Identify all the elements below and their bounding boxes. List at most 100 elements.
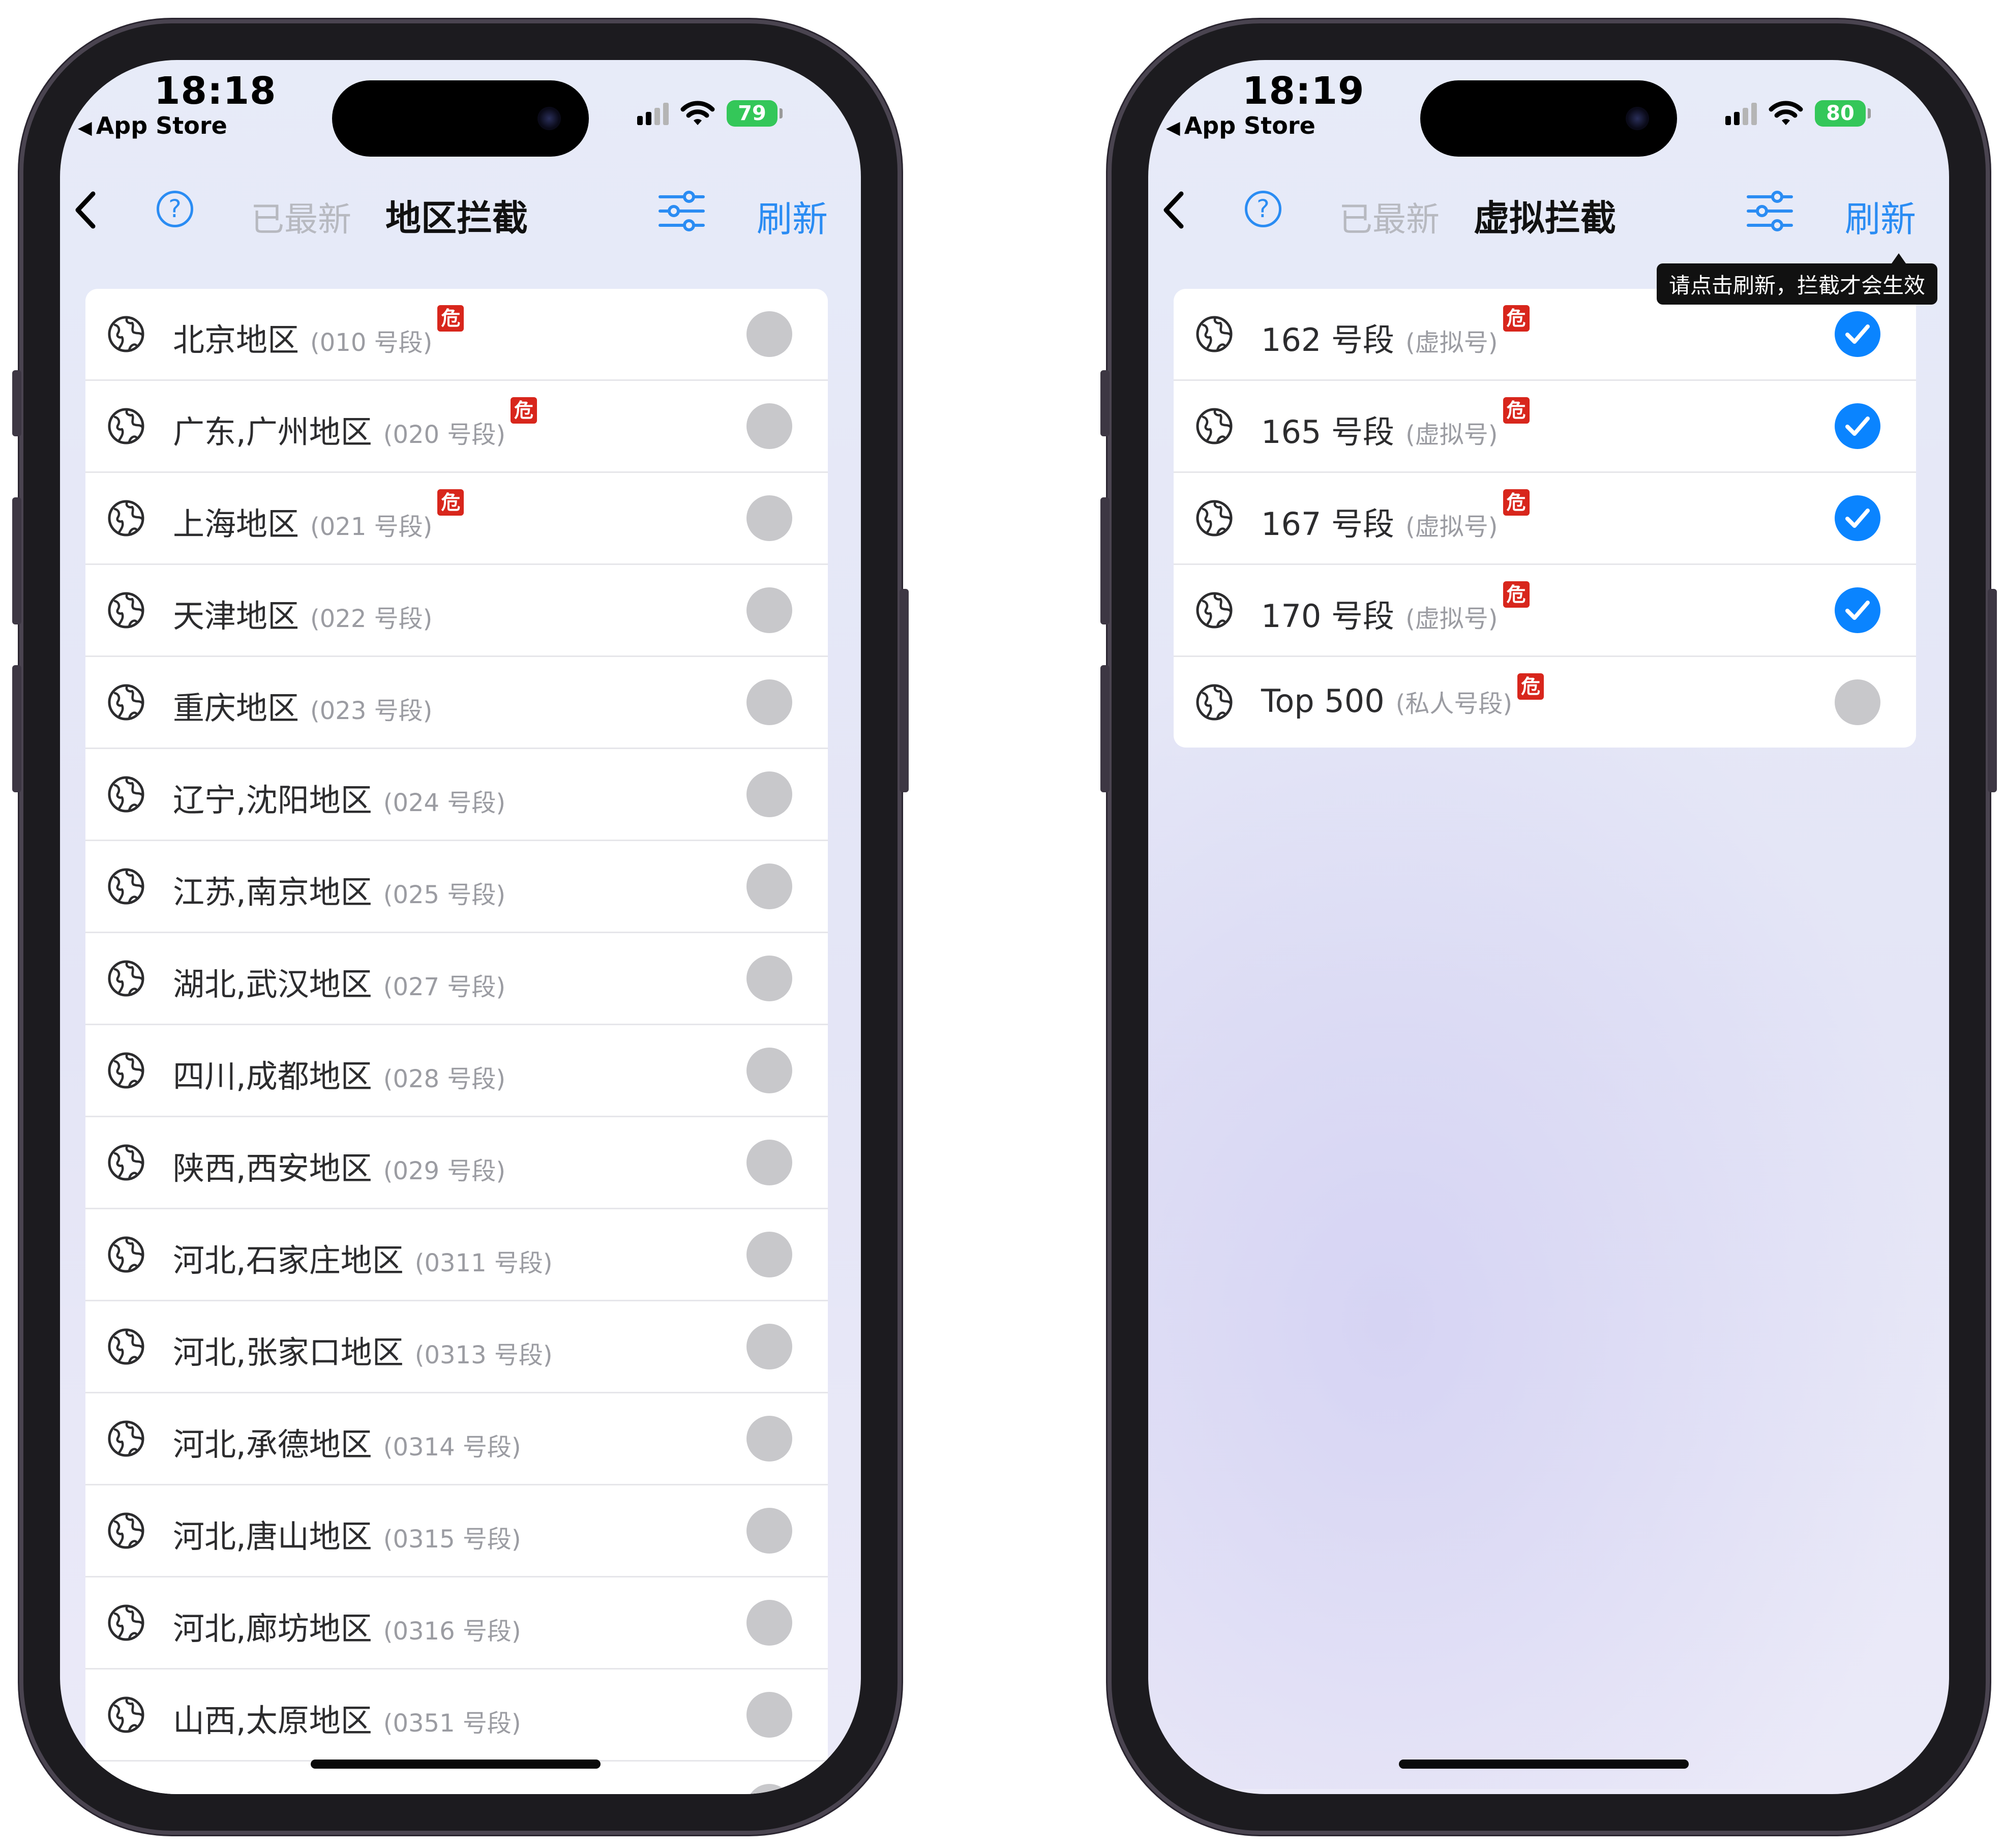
checkbox-checked[interactable] (1835, 403, 1880, 449)
list-item[interactable]: 河北,廊坊地区 (0316 号段) (85, 1577, 828, 1670)
page-title: 地区拦截 (385, 197, 528, 239)
nav-bar: ? 已最新 虚拟拦截 刷新 (1148, 169, 1949, 246)
back-app-label: App Store (1184, 112, 1315, 139)
list-item[interactable]: 河北,张家口地区 (0313 号段) (85, 1301, 828, 1393)
battery-icon: 80 (1815, 100, 1871, 127)
list-item[interactable]: 170 号段 (虚拟号)危 (1174, 565, 1916, 657)
item-label: Top 500 (私人号段)危 (1261, 673, 1544, 720)
globe-icon (107, 407, 145, 445)
question-circle-icon[interactable]: ? (157, 191, 193, 227)
item-label: 辽宁,沈阳地区 (024 号段) (173, 774, 505, 820)
globe-icon (1195, 683, 1234, 722)
wifi-icon (680, 101, 715, 125)
checkbox-unchecked[interactable] (746, 403, 792, 449)
globe-icon (107, 959, 145, 998)
list-item[interactable]: 天津地区 (022 号段) (85, 565, 828, 657)
list-item[interactable]: 重庆地区 (023 号段) (85, 657, 828, 749)
list-item[interactable]: Top 500 (私人号段)危 (1174, 657, 1916, 748)
sliders-icon[interactable] (657, 190, 706, 233)
checkbox-unchecked[interactable] (746, 1140, 792, 1185)
checkbox-unchecked[interactable] (746, 1600, 792, 1646)
item-name: 162 号段 (1261, 321, 1395, 359)
checkbox-unchecked[interactable] (746, 1692, 792, 1738)
checkbox-unchecked[interactable] (746, 771, 792, 817)
power-button (1988, 589, 1997, 792)
item-code: (私人号段) (1395, 690, 1513, 718)
checkbox-unchecked[interactable] (746, 495, 792, 541)
globe-icon (107, 1787, 145, 1794)
checkbox-unchecked[interactable] (746, 863, 792, 909)
checkbox-unchecked[interactable] (746, 1784, 792, 1794)
refresh-button[interactable]: 刷新 (1845, 191, 1916, 242)
sliders-icon[interactable] (1746, 190, 1794, 233)
list-item[interactable]: 湖北,武汉地区 (027 号段) (85, 933, 828, 1025)
item-label: 河北,唐山地区 (0315 号段) (173, 1511, 521, 1557)
globe-icon (107, 683, 145, 722)
item-label: 165 号段 (虚拟号)危 (1261, 397, 1530, 452)
home-indicator[interactable] (311, 1760, 601, 1769)
list-item[interactable]: 上海地区 (021 号段)危 (85, 473, 828, 565)
globe-icon (107, 315, 145, 353)
item-label: 170 号段 (虚拟号)危 (1261, 581, 1530, 636)
list-item[interactable]: 河北,唐山地区 (0315 号段) (85, 1485, 828, 1577)
power-button (900, 589, 909, 792)
question-circle-icon[interactable]: ? (1245, 191, 1281, 227)
danger-badge: 危 (1503, 397, 1530, 424)
screen-right: 18:19 ◀ App Store 80 ? 已最新 虚拟拦截 刷新 请点击刷新… (1148, 60, 1949, 1794)
latest-status: 已最新 (1339, 200, 1440, 239)
checkbox-unchecked[interactable] (746, 587, 792, 633)
item-code: (虚拟号) (1405, 605, 1498, 633)
item-code: (020 号段) (383, 421, 506, 449)
item-name: 上海地区 (173, 505, 300, 543)
virtual-number-list: 162 号段 (虚拟号)危 165 号段 (虚拟号)危 167 号段 (虚拟号)危 170 … (1174, 289, 1916, 748)
checkbox-checked[interactable] (1835, 587, 1880, 633)
item-name: 河北,张家口地区 (173, 1334, 404, 1371)
checkbox-unchecked[interactable] (746, 1232, 792, 1277)
checkbox-unchecked[interactable] (746, 679, 792, 725)
list-item[interactable]: 北京地区 (010 号段)危 (85, 289, 828, 381)
checkbox-checked[interactable] (1835, 495, 1880, 541)
refresh-button[interactable]: 刷新 (757, 191, 828, 242)
danger-badge: 危 (1503, 581, 1530, 608)
chevron-left-icon[interactable] (70, 190, 101, 230)
list-item[interactable]: 河北,承德地区 (0314 号段) (85, 1393, 828, 1485)
item-name: 广东,广州地区 (173, 413, 372, 451)
back-to-app-link[interactable]: ◀ App Store (78, 112, 227, 139)
list-item[interactable]: 陕西,西安地区 (029 号段) (85, 1117, 828, 1209)
globe-icon (1195, 591, 1234, 630)
home-indicator[interactable] (1399, 1760, 1689, 1769)
checkbox-checked[interactable] (1835, 311, 1880, 357)
item-name: 北京地区 (173, 321, 300, 359)
globe-icon (107, 1603, 145, 1642)
nav-bar: ? 已最新 地区拦截 刷新 (60, 169, 861, 246)
list-item[interactable]: 辽宁,沈阳地区 (024 号段) (85, 749, 828, 841)
danger-badge: 危 (437, 305, 464, 332)
list-item[interactable]: 河北,石家庄地区 (0311 号段) (85, 1209, 828, 1301)
chevron-left-icon[interactable] (1158, 190, 1189, 230)
item-label: 四川,成都地区 (028 号段) (173, 1051, 505, 1096)
globe-icon (107, 1419, 145, 1458)
refresh-tooltip: 请点击刷新，拦截才会生效 (1657, 253, 1938, 305)
back-to-app-link[interactable]: ◀ App Store (1166, 112, 1315, 139)
region-list: 北京地区 (010 号段)危广东,广州地区 (020 号段) 危上海地区 (021 号段… (85, 289, 828, 1794)
list-item[interactable]: 广东,广州地区 (020 号段)危 (85, 381, 828, 473)
checkbox-unchecked[interactable] (746, 956, 792, 1001)
list-item[interactable]: 四川,成都地区 (028 号段) (85, 1025, 828, 1117)
globe-icon (107, 775, 145, 814)
checkbox-unchecked[interactable] (1835, 679, 1880, 725)
checkbox-unchecked[interactable] (746, 1324, 792, 1369)
checkbox-unchecked[interactable] (746, 1048, 792, 1093)
item-code: (0314 号段) (383, 1433, 521, 1462)
list-item[interactable]: 山西,太原地区 (0351 号段) (85, 1670, 828, 1762)
list-item[interactable]: 167 号段 (虚拟号)危 (1174, 473, 1916, 565)
checkbox-unchecked[interactable] (746, 1416, 792, 1462)
list-item[interactable]: 江苏,南京地区 (025 号段) (85, 841, 828, 933)
item-code: (023 号段) (310, 697, 433, 725)
globe-icon (107, 1511, 145, 1550)
item-name: 河北,承德地区 (173, 1426, 372, 1463)
phone-left: 18:18 ◀ App Store 79 ? 已最新 地区拦截 刷新 北京地区 … (12, 19, 909, 1835)
item-code: (010 号段) (310, 329, 433, 357)
checkbox-unchecked[interactable] (746, 311, 792, 357)
checkbox-unchecked[interactable] (746, 1508, 792, 1554)
list-item[interactable]: 165 号段 (虚拟号)危 (1174, 381, 1916, 473)
